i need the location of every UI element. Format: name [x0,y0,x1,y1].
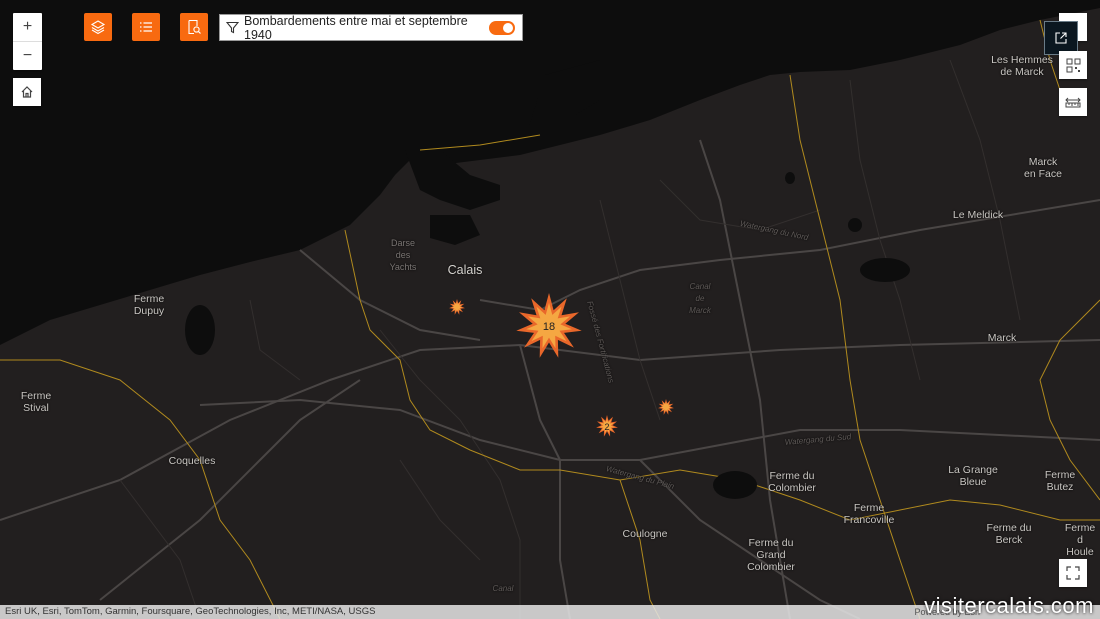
zoom-out-button[interactable]: − [13,41,42,70]
external-link-icon [1055,32,1067,44]
fullscreen-button[interactable] [1059,559,1087,587]
label-marck-en-face: Marck en Face [1024,156,1062,180]
qr-icon [1066,58,1080,72]
measure-button[interactable] [1059,88,1087,116]
list-icon [140,22,152,32]
label-coulogne: Coulogne [622,528,668,540]
label-la-grange-bleue: La Grange Bleue [948,464,998,488]
ruler-icon [1065,97,1081,108]
fullscreen-icon [1066,566,1080,580]
filter-icon [226,21,239,34]
label-ferme-houle: Ferme d Houle [1064,522,1096,558]
label-ferme-grand-colombier: Ferme du Grand Colombier [747,537,795,573]
layers-icon [90,20,106,35]
share-button[interactable] [1044,21,1078,55]
basemap[interactable]: 18 2 [0,0,1100,619]
label-ferme-colombier: Ferme du Colombier [768,470,816,494]
layers-button[interactable] [84,13,112,41]
label-ferme-francoville: Ferme Francoville [843,502,895,526]
zoom-in-button[interactable]: + [13,13,42,41]
legend-button[interactable] [132,13,160,41]
cluster-count: 18 [543,321,555,333]
filter-toggle[interactable] [489,20,515,35]
zoom-control: + − [13,13,42,70]
label-ferme-stival: Ferme Stival [20,390,52,414]
cluster-count: 2 [604,422,609,432]
label-darse: Darse des Yachts [389,238,417,272]
home-icon [21,86,33,98]
watermark: visitercalais.com [924,593,1094,618]
qr-code-button[interactable] [1059,51,1087,79]
label-coquelles: Coquelles [168,455,216,467]
label-ferme-butez: Ferme Butez [1044,469,1076,493]
search-doc-icon [188,19,201,35]
filter-label: Bombardements entre mai et septembre 194… [244,13,468,42]
label-ferme-berck: Ferme du Berck [986,522,1032,546]
label-le-meldick: Le Meldick [952,209,1004,221]
label-calais: Calais [447,263,483,277]
toggle-knob [503,22,513,33]
label-ferme-dupuy: Ferme Dupuy [133,293,165,317]
label-marck: Marck [987,332,1017,344]
attribution-text: Esri UK, Esri, TomTom, Garmin, Foursquar… [5,606,376,617]
home-button[interactable] [13,78,41,106]
search-layer-button[interactable] [180,13,208,41]
filter-chip[interactable]: Bombardements entre mai et septembre 194… [219,13,523,42]
label-les-hemmes: Les Hemmes de Marck [991,54,1053,78]
label-canal-bottom: Canal [492,584,514,593]
label-canal-marck: Canal de Marck [689,282,711,315]
